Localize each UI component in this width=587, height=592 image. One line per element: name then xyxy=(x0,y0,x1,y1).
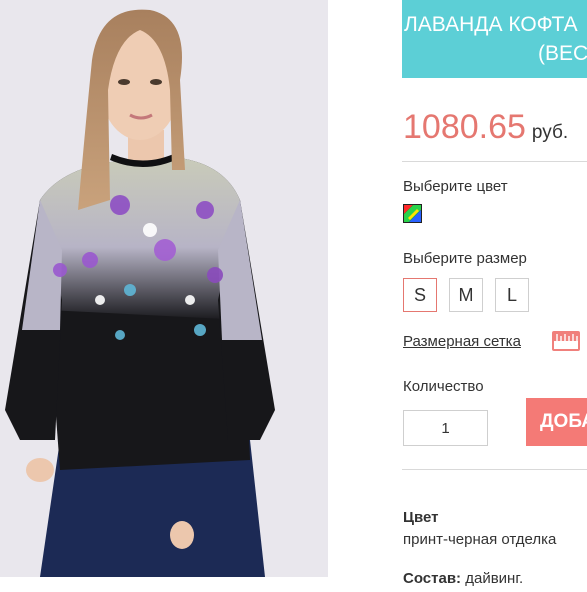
size-option-l[interactable]: L xyxy=(495,278,529,312)
price-currency: руб. xyxy=(531,122,569,143)
size-label: Выберите размер xyxy=(403,250,527,267)
composition: Состав: дайвинг. xyxy=(403,570,523,587)
add-to-cart-button[interactable]: ДОБА xyxy=(526,398,587,446)
composition-value: дайвинг. xyxy=(465,570,524,587)
color-value: принт-черная отделка xyxy=(403,531,557,548)
ruler-icon[interactable] xyxy=(552,331,580,351)
color-label: Выберите цвет xyxy=(403,178,508,195)
product-title-line1: ЛАВАНДА КОФТА xyxy=(404,13,578,36)
divider xyxy=(402,161,587,162)
size-option-m[interactable]: M xyxy=(449,278,483,312)
price-value: 1080.65 xyxy=(403,108,526,146)
quantity-input[interactable] xyxy=(403,410,488,446)
product-photo xyxy=(0,0,328,577)
size-option-s[interactable]: S xyxy=(403,278,437,312)
composition-label: Состав: xyxy=(403,570,462,587)
color-heading: Цвет xyxy=(403,509,439,526)
product-title-bar: ЛАВАНДА КОФТА (ВЕС xyxy=(402,0,587,78)
product-title-line2: (ВЕС xyxy=(538,42,587,65)
size-chart-link[interactable]: Размерная сетка xyxy=(403,333,521,350)
multicolor-swatch-icon[interactable] xyxy=(403,204,422,223)
price: 1080.65 руб. xyxy=(403,108,568,147)
quantity-label: Количество xyxy=(403,378,484,395)
divider xyxy=(402,469,587,470)
